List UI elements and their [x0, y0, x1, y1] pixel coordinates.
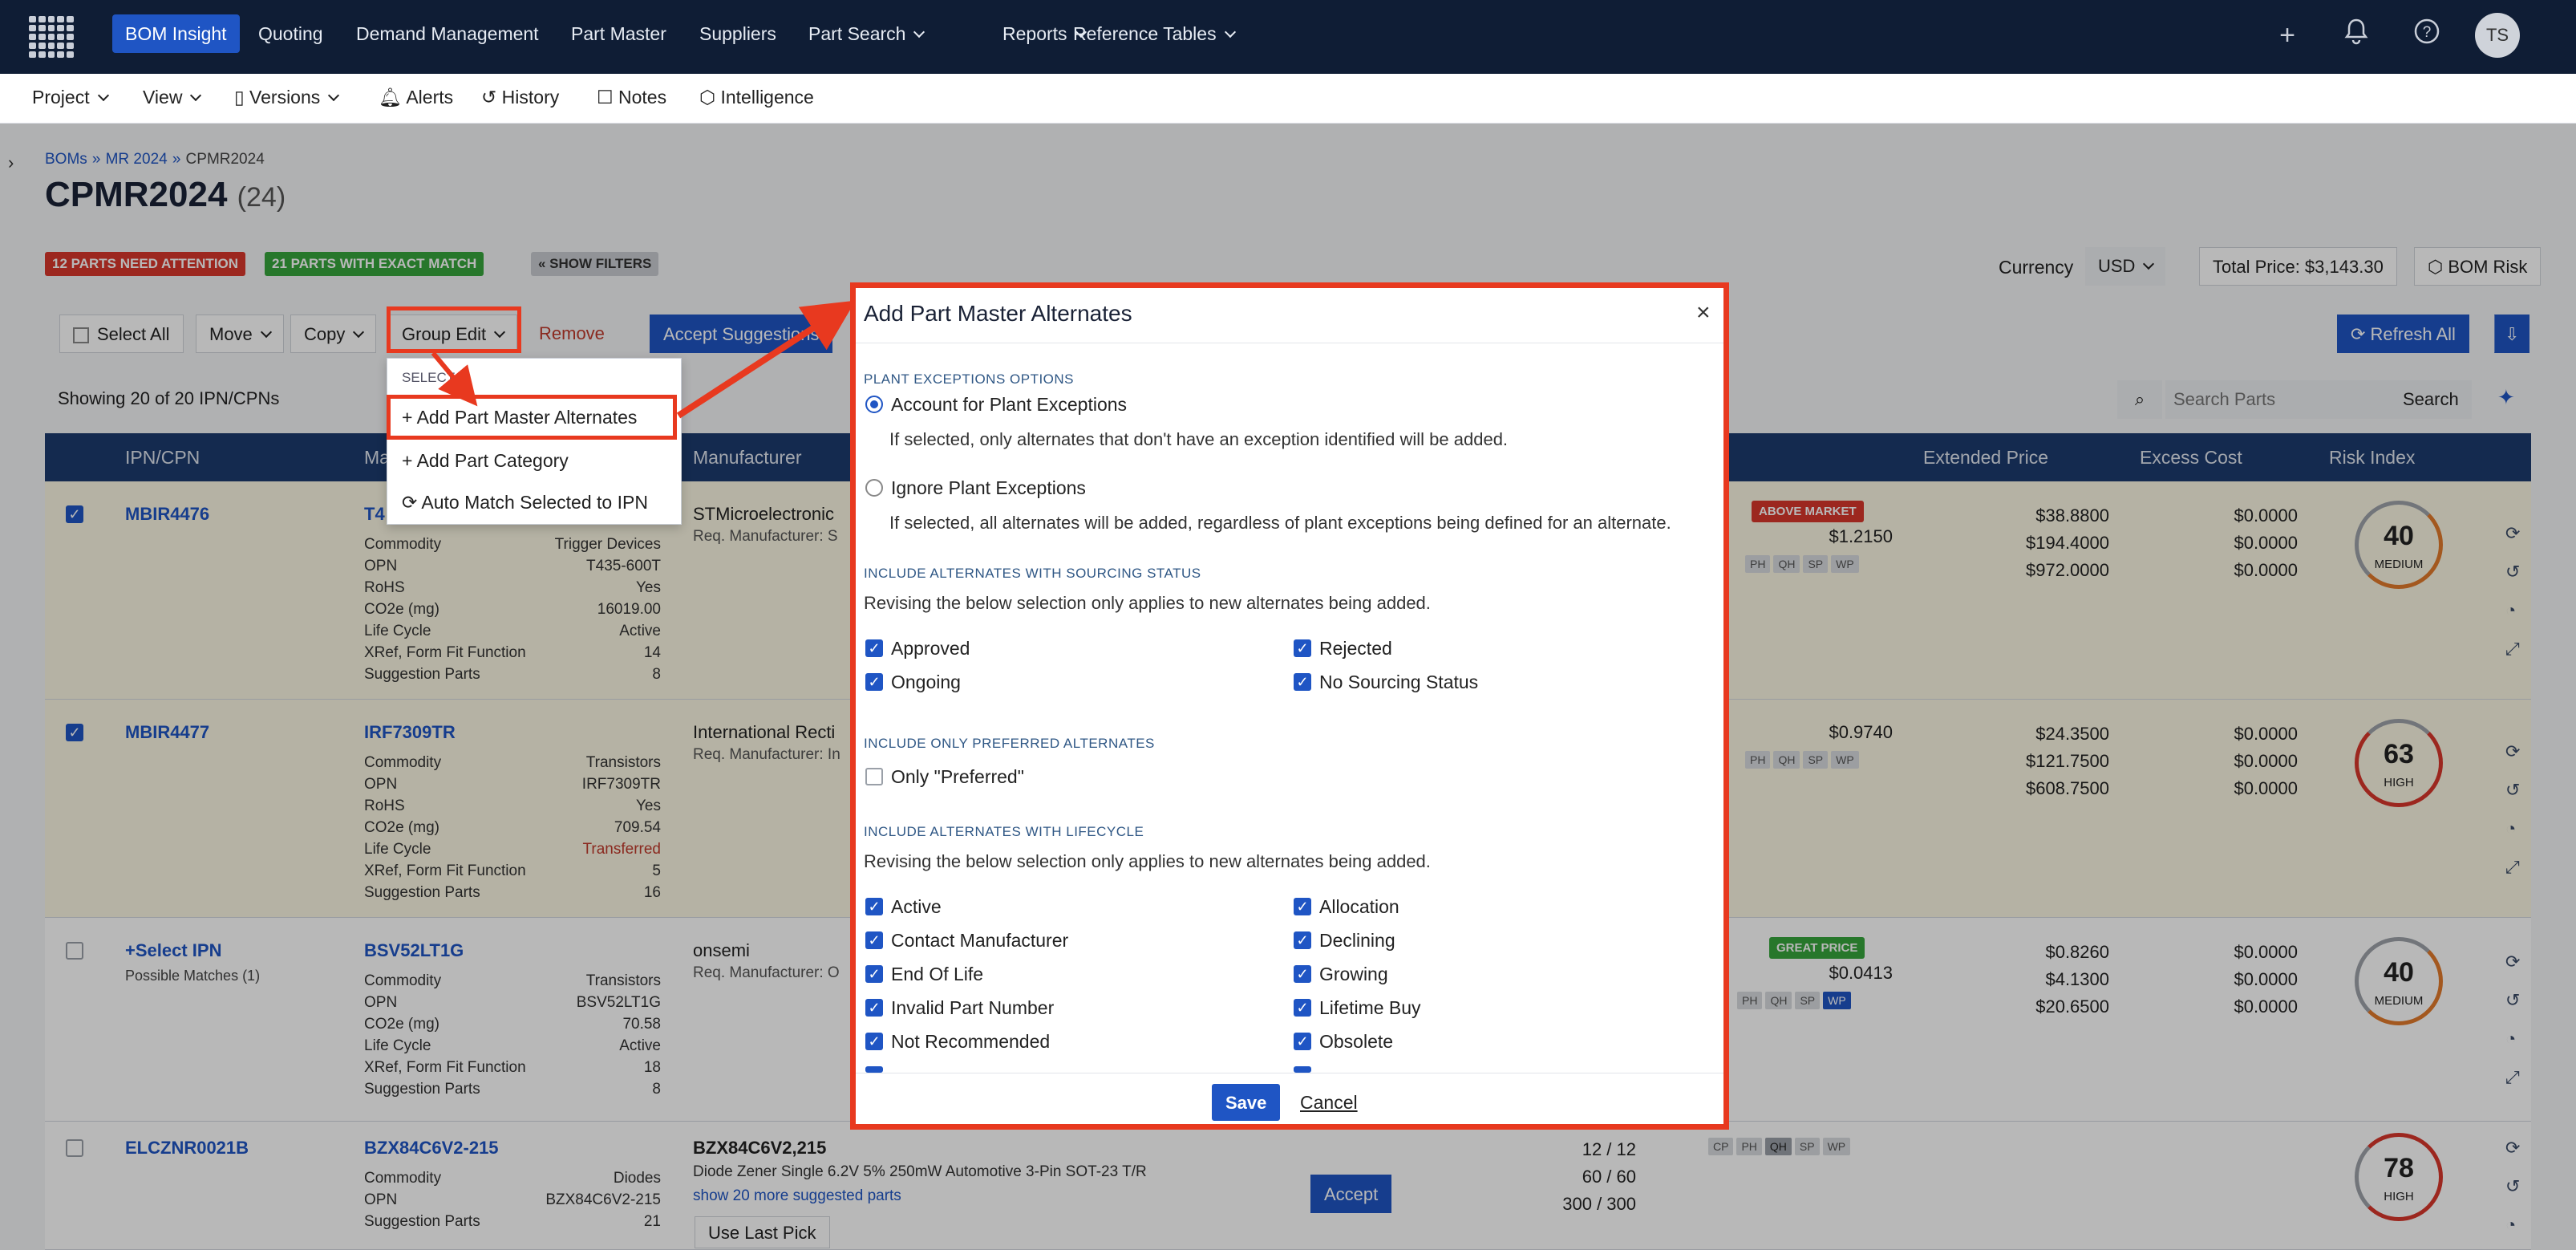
annotation-arrows	[431, 300, 856, 419]
arrow-to-modal	[676, 300, 856, 419]
arrow-to-menu	[431, 351, 478, 407]
